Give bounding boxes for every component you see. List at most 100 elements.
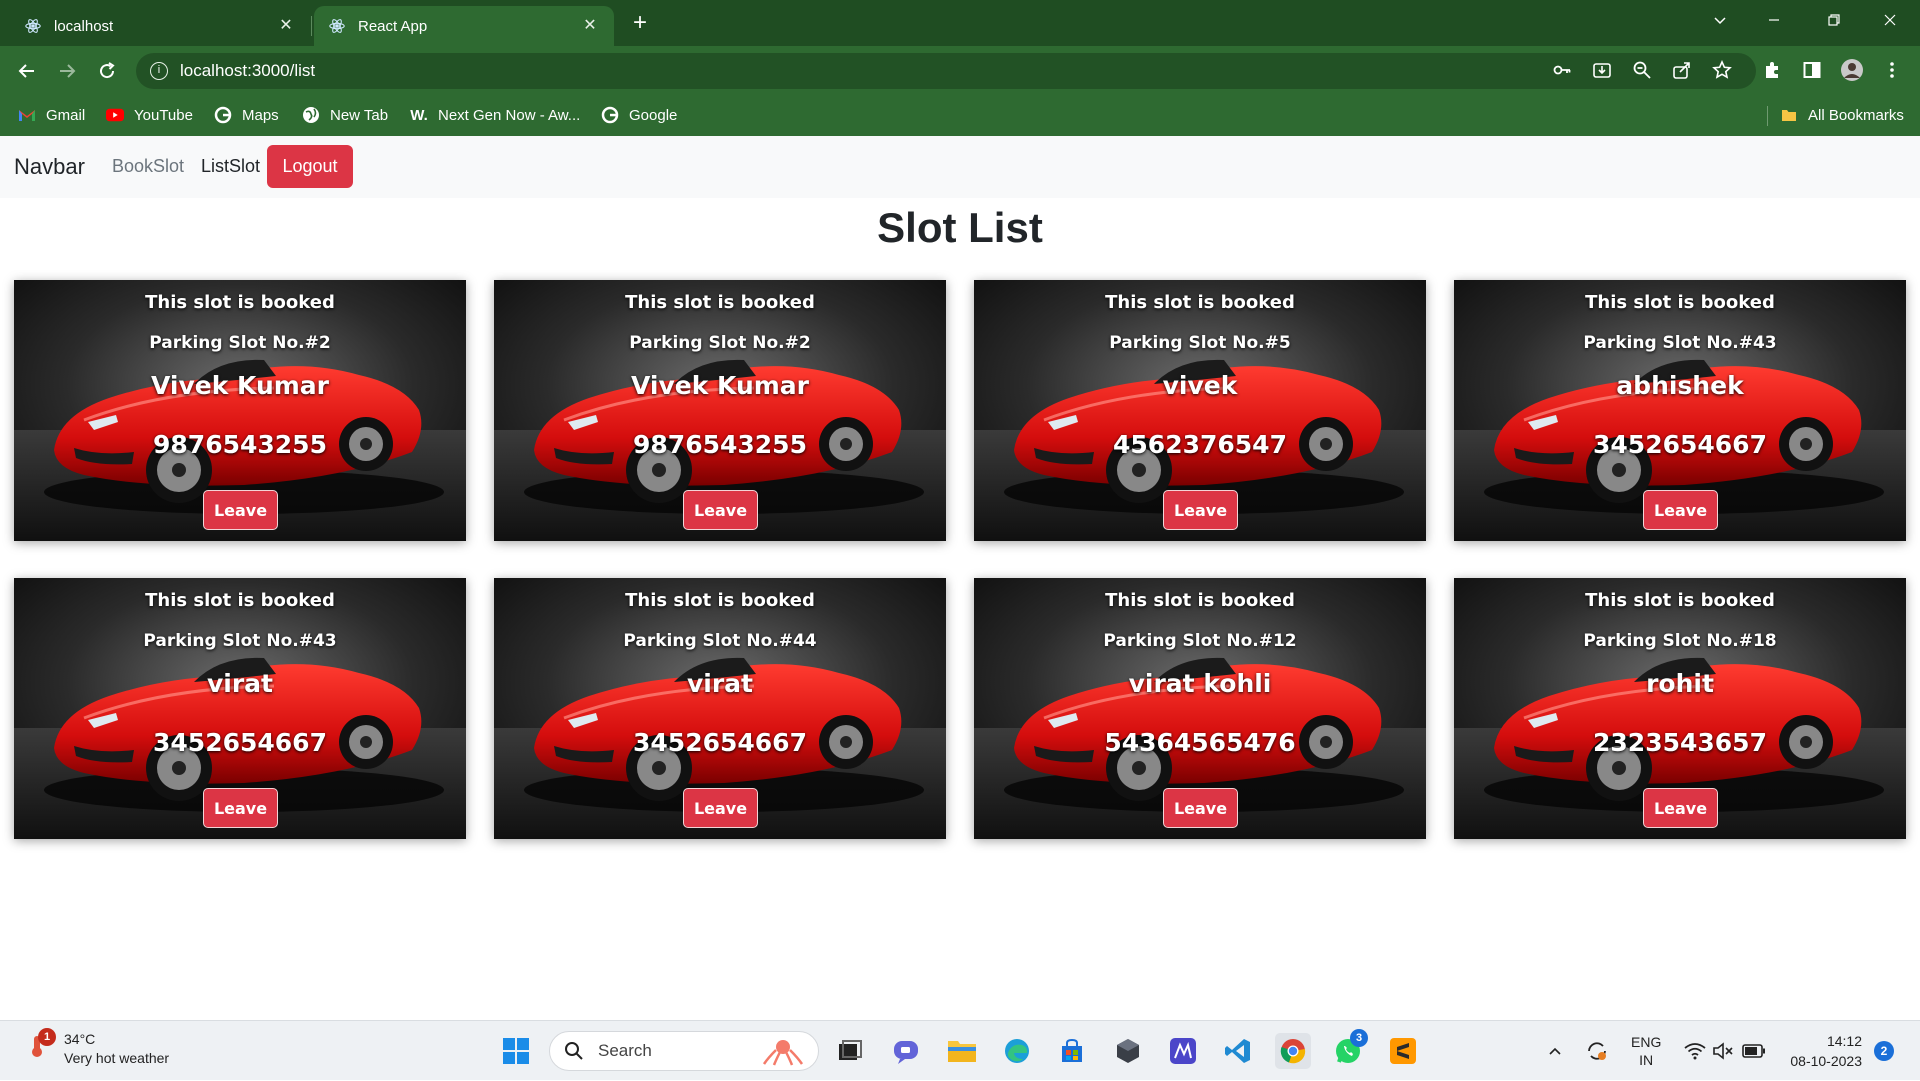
leave-button[interactable]: Leave xyxy=(683,490,758,530)
nav-link-listslot[interactable]: ListSlot xyxy=(201,156,260,177)
bookmark-label: YouTube xyxy=(134,106,193,124)
forward-arrow-icon[interactable] xyxy=(50,54,84,88)
logout-button[interactable]: Logout xyxy=(267,145,353,188)
sublime-text-icon[interactable] xyxy=(1385,1033,1421,1069)
teams-chat-icon[interactable] xyxy=(888,1033,924,1069)
slot-number: Parking Slot No.#18 xyxy=(1583,631,1777,651)
leave-button[interactable]: Leave xyxy=(203,490,278,530)
gmail-icon xyxy=(18,106,36,124)
vscode-icon[interactable] xyxy=(1220,1033,1256,1069)
restore-icon[interactable] xyxy=(1806,0,1862,40)
close-tab-icon[interactable]: ✕ xyxy=(580,16,600,36)
site-info-icon[interactable]: i xyxy=(150,62,168,80)
extensions-puzzle-icon[interactable] xyxy=(1759,57,1785,83)
app-navbar: Navbar BookSlot ListSlot Logout xyxy=(0,136,1920,198)
all-bookmarks-folder[interactable]: All Bookmarks xyxy=(1780,104,1904,126)
thermometer-icon: 1 xyxy=(24,1028,56,1060)
whatsapp-icon[interactable]: 3 xyxy=(1330,1029,1368,1069)
slot-card: This slot is booked Parking Slot No.#43 vi… xyxy=(14,578,466,839)
slot-status: This slot is booked xyxy=(625,590,815,611)
side-panel-icon[interactable] xyxy=(1799,57,1825,83)
minimize-icon[interactable] xyxy=(1746,0,1802,40)
language-indicator[interactable]: ENG IN xyxy=(1631,1021,1661,1081)
slot-status: This slot is booked xyxy=(625,292,815,313)
math-app-icon[interactable] xyxy=(1165,1033,1201,1069)
clock-time: 14:12 xyxy=(1826,1033,1862,1049)
slot-card: This slot is booked Parking Slot No.#5 viv… xyxy=(974,280,1426,541)
slot-number: Parking Slot No.#44 xyxy=(623,631,817,651)
windows-start-icon[interactable] xyxy=(498,1033,534,1069)
system-clock[interactable]: 14:12 08-10-2023 xyxy=(1782,1031,1862,1071)
leave-button[interactable]: Leave xyxy=(683,788,758,828)
slot-owner-name: Vivek Kumar xyxy=(630,371,810,400)
whatsapp-badge: 3 xyxy=(1350,1029,1368,1047)
page-title: Slot List xyxy=(877,204,1043,251)
speaker-muted-icon[interactable] xyxy=(1712,1021,1734,1081)
task-view-icon[interactable] xyxy=(832,1033,868,1069)
microsoft-store-icon[interactable] xyxy=(1054,1033,1090,1069)
chrome-icon[interactable] xyxy=(1275,1033,1311,1069)
search-icon xyxy=(565,1042,583,1060)
tab-search-chevron-icon[interactable] xyxy=(1692,0,1748,40)
slot-owner-phone: 54364565476 xyxy=(1104,728,1296,757)
battery-icon[interactable] xyxy=(1742,1021,1766,1081)
zoom-icon[interactable] xyxy=(1629,57,1655,83)
react-app-page: Navbar BookSlot ListSlot Logout Slot Lis… xyxy=(0,136,1920,1020)
slot-card: This slot is booked Parking Slot No.#18 ro… xyxy=(1454,578,1906,839)
browser-toolbar: i localhost:3000/list xyxy=(0,46,1920,94)
sync-icon[interactable] xyxy=(1585,1021,1609,1081)
leave-button[interactable]: Leave xyxy=(1643,788,1718,828)
close-tab-icon[interactable]: ✕ xyxy=(276,16,296,36)
bookmarks-separator xyxy=(1767,106,1768,126)
slot-owner-name: virat xyxy=(206,669,273,698)
back-arrow-icon[interactable] xyxy=(10,54,44,88)
globe-icon xyxy=(302,106,320,124)
navbar-brand[interactable]: Navbar xyxy=(14,154,85,180)
bookmark-next-gen-now[interactable]: W. Next Gen Now - Aw... xyxy=(410,104,580,126)
star-icon[interactable] xyxy=(1709,57,1735,83)
slot-owner-phone: 2323543657 xyxy=(1593,728,1767,757)
profile-avatar[interactable] xyxy=(1839,57,1865,83)
reload-icon[interactable] xyxy=(90,54,124,88)
slot-owner-name: abhishek xyxy=(1616,371,1744,400)
bookmark-label: All Bookmarks xyxy=(1808,106,1904,124)
bookmark-new-tab[interactable]: New Tab xyxy=(302,104,388,126)
leave-button[interactable]: Leave xyxy=(1163,788,1238,828)
slot-owner-phone: 9876543255 xyxy=(633,430,807,459)
weather-widget[interactable]: 1 34°C Very hot weather xyxy=(24,1028,169,1068)
key-icon[interactable] xyxy=(1549,57,1575,83)
bookmark-google[interactable]: Google xyxy=(601,104,677,126)
leave-button[interactable]: Leave xyxy=(1643,490,1718,530)
slot-status: This slot is booked xyxy=(1105,292,1295,313)
slot-owner-name: virat xyxy=(686,669,753,698)
taskbar-search[interactable]: Search xyxy=(549,1031,819,1071)
tab-react-app[interactable]: React App ✕ xyxy=(314,6,614,46)
bookmark-youtube[interactable]: YouTube xyxy=(106,104,193,126)
file-explorer-icon[interactable] xyxy=(944,1033,980,1069)
slot-card: This slot is booked Parking Slot No.#44 vi… xyxy=(494,578,946,839)
tray-chevron-icon[interactable] xyxy=(1547,1021,1563,1081)
wifi-icon[interactable] xyxy=(1684,1021,1706,1081)
notification-center[interactable]: 2 xyxy=(1874,1021,1894,1081)
install-app-icon[interactable] xyxy=(1589,57,1615,83)
slot-status: This slot is booked xyxy=(1585,292,1775,313)
slot-owner-phone: 3452654667 xyxy=(633,728,807,757)
slot-card: This slot is booked Parking Slot No.#12 vi… xyxy=(974,578,1426,839)
tab-localhost[interactable]: localhost ✕ xyxy=(10,6,310,46)
slot-number: Parking Slot No.#5 xyxy=(1109,333,1291,353)
slot-owner-phone: 4562376547 xyxy=(1113,430,1287,459)
bookmark-maps[interactable]: Maps xyxy=(214,104,279,126)
slot-status: This slot is booked xyxy=(145,590,335,611)
slot-status: This slot is booked xyxy=(145,292,335,313)
new-tab-button[interactable]: + xyxy=(624,8,656,40)
leave-button[interactable]: Leave xyxy=(203,788,278,828)
address-bar[interactable]: i localhost:3000/list xyxy=(136,53,1756,89)
edge-browser-icon[interactable] xyxy=(999,1033,1035,1069)
nav-link-bookslot[interactable]: BookSlot xyxy=(112,156,184,177)
chrome-menu-icon[interactable] xyxy=(1879,57,1905,83)
dev-app-icon[interactable] xyxy=(1110,1033,1146,1069)
leave-button[interactable]: Leave xyxy=(1163,490,1238,530)
close-window-icon[interactable] xyxy=(1862,0,1918,40)
bookmark-gmail[interactable]: Gmail xyxy=(18,104,85,126)
share-icon[interactable] xyxy=(1669,57,1695,83)
